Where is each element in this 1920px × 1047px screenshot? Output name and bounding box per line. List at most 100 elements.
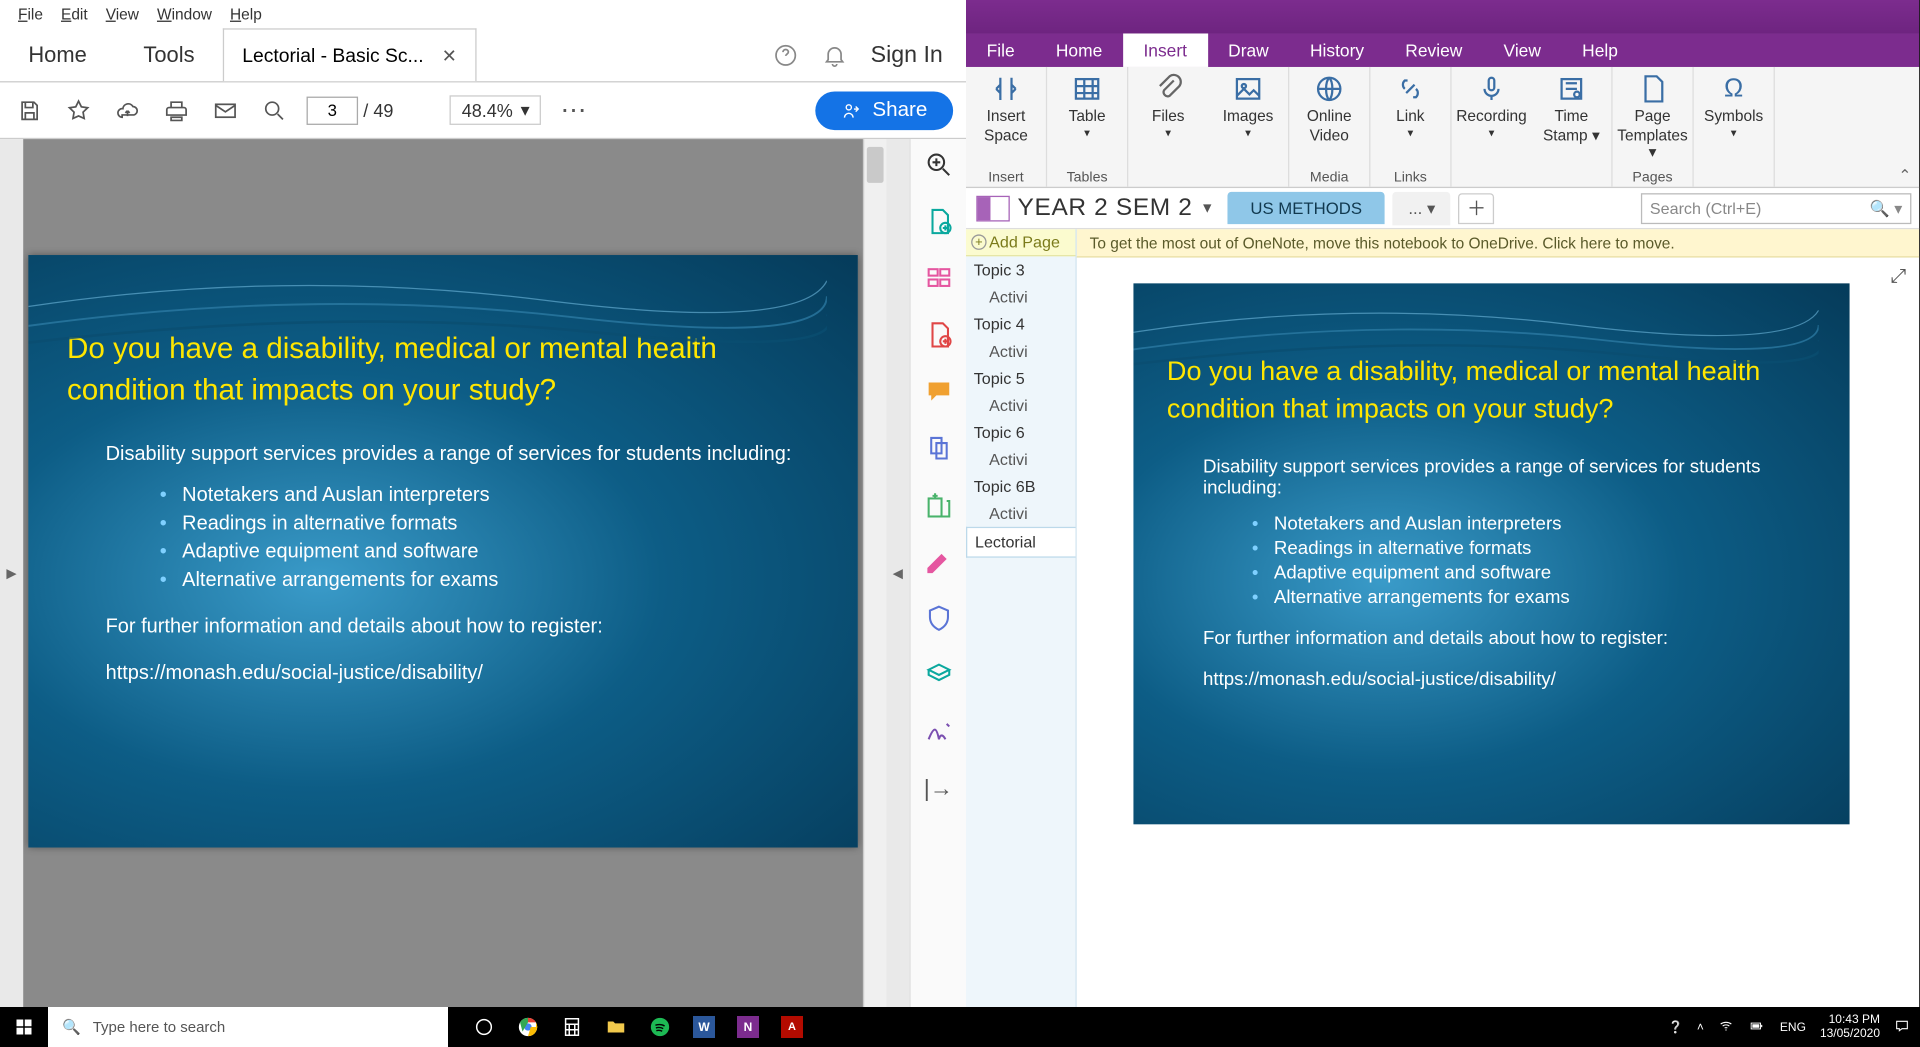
onenote-page-canvas[interactable]: ⤢ Do you have a disability, medical or m… xyxy=(1077,258,1919,1007)
pdf-canvas[interactable]: Do you have a disability, medical or men… xyxy=(23,139,863,1007)
onedrive-info-bar[interactable]: To get the most out of OneNote, move thi… xyxy=(1077,229,1919,257)
wifi-icon[interactable] xyxy=(1718,1018,1734,1037)
star-icon[interactable] xyxy=(62,96,95,124)
on-menu-insert[interactable]: Insert xyxy=(1123,33,1208,66)
page-subitem[interactable]: Activi xyxy=(966,393,1075,419)
more-icon[interactable]: ⋯ xyxy=(557,96,590,124)
language-indicator[interactable]: ENG xyxy=(1780,1020,1806,1034)
ribbon-online[interactable]: OnlineVideo xyxy=(1289,72,1369,145)
page-subitem[interactable]: Activi xyxy=(966,447,1075,473)
mail-icon[interactable] xyxy=(209,96,242,124)
right-panel-toggle[interactable]: ◂ xyxy=(886,139,909,1007)
compress-icon[interactable] xyxy=(923,489,954,520)
on-menu-history[interactable]: History xyxy=(1289,33,1384,66)
spotify-icon[interactable] xyxy=(638,1007,682,1047)
tab-tools[interactable]: Tools xyxy=(115,28,223,81)
ribbon-symbols[interactable]: ΩSymbols▾ xyxy=(1694,72,1774,140)
page-item[interactable]: Topic 5 xyxy=(966,365,1075,393)
battery-icon[interactable] xyxy=(1748,1019,1766,1036)
ribbon-page[interactable]: PageTemplates ▾ xyxy=(1613,72,1693,162)
page-current-input[interactable] xyxy=(307,96,359,124)
on-menu-review[interactable]: Review xyxy=(1385,33,1483,66)
page-item[interactable]: Topic 4 xyxy=(966,310,1075,338)
on-menu-file[interactable]: File xyxy=(966,33,1035,66)
section-more[interactable]: ... ▾ xyxy=(1393,191,1451,224)
chrome-icon[interactable] xyxy=(506,1007,550,1047)
search-input[interactable]: Search (Ctrl+E) 🔍 ▾ xyxy=(1641,193,1911,224)
slide-bullet: Notetakers and Auslan interpreters xyxy=(1252,514,1816,535)
ribbon-collapse-icon[interactable]: ⌃ xyxy=(1898,166,1911,184)
print-icon[interactable] xyxy=(160,96,193,124)
notebook-icon[interactable] xyxy=(976,195,1009,221)
ribbon-recording[interactable]: Recording▾ xyxy=(1452,72,1532,140)
pdf-scrollbar[interactable] xyxy=(863,139,886,1007)
ribbon-files[interactable]: Files▾ xyxy=(1128,72,1208,140)
ribbon-images[interactable]: Images▾ xyxy=(1208,72,1288,140)
help-icon[interactable] xyxy=(773,42,799,68)
ribbon-link[interactable]: Link▾ xyxy=(1370,72,1450,140)
onenote-titlebar[interactable] xyxy=(966,0,1919,33)
tab-home[interactable]: Home xyxy=(0,28,115,81)
edit-icon[interactable] xyxy=(923,546,954,577)
file-explorer-icon[interactable] xyxy=(594,1007,638,1047)
organize-icon[interactable] xyxy=(923,263,954,294)
more-tools-icon[interactable]: |→ xyxy=(923,773,954,804)
ribbon-time[interactable]: TimeStamp ▾ xyxy=(1531,72,1611,145)
on-menu-home[interactable]: Home xyxy=(1035,33,1123,66)
combine-icon[interactable] xyxy=(923,433,954,464)
menu-view[interactable]: View xyxy=(98,5,147,23)
start-button[interactable] xyxy=(0,1007,48,1047)
menu-help[interactable]: Help xyxy=(222,5,269,23)
cortana-icon[interactable] xyxy=(462,1007,506,1047)
create-pdf-icon[interactable] xyxy=(923,206,954,237)
menu-window[interactable]: Window xyxy=(149,5,219,23)
save-icon[interactable] xyxy=(13,96,46,124)
page-item[interactable]: Topic 6B xyxy=(966,473,1075,501)
tray-expand-icon[interactable]: ˄ xyxy=(1697,1020,1704,1034)
left-panel-toggle[interactable]: ▸ xyxy=(0,139,23,1007)
page-subitem[interactable]: Activi xyxy=(966,339,1075,365)
export-pdf-icon[interactable] xyxy=(923,319,954,350)
sign-in-link[interactable]: Sign In xyxy=(871,41,943,68)
magnify-icon[interactable] xyxy=(258,96,291,124)
search-icon: 🔍 xyxy=(62,1018,81,1036)
notebook-name[interactable]: YEAR 2 SEM 2 xyxy=(1018,194,1193,222)
stamp-icon[interactable] xyxy=(923,659,954,690)
word-icon[interactable]: W xyxy=(682,1007,726,1047)
on-menu-draw[interactable]: Draw xyxy=(1208,33,1290,66)
close-tab-icon[interactable]: ✕ xyxy=(442,44,457,66)
on-menu-view[interactable]: View xyxy=(1483,33,1562,66)
notifications-icon[interactable] xyxy=(1894,1018,1910,1037)
add-page-label: Add Page xyxy=(989,233,1060,251)
notebook-dropdown-icon[interactable]: ▼ xyxy=(1200,200,1214,215)
add-page-button[interactable]: + Add Page xyxy=(966,229,1075,256)
page-item[interactable]: Lectorial xyxy=(966,527,1075,558)
share-button[interactable]: Share xyxy=(816,91,953,130)
page-item[interactable]: Topic 3 xyxy=(966,256,1075,284)
menu-edit[interactable]: Edit xyxy=(53,5,95,23)
menu-file[interactable]: File xyxy=(10,5,50,23)
tab-document[interactable]: Lectorial - Basic Sc... ✕ xyxy=(223,28,476,81)
page-subitem[interactable]: Activi xyxy=(966,501,1075,527)
zoom-tool-icon[interactable] xyxy=(923,149,954,180)
add-section-button[interactable]: ＋ xyxy=(1459,193,1495,224)
taskbar-search[interactable]: 🔍 Type here to search xyxy=(48,1007,448,1047)
expand-icon[interactable]: ⤢ xyxy=(1891,265,1906,287)
onenote-taskbar-icon[interactable]: N xyxy=(726,1007,770,1047)
help-tray-icon[interactable]: ❔ xyxy=(1668,1020,1683,1034)
bell-icon[interactable] xyxy=(822,42,848,68)
page-item[interactable]: Topic 6 xyxy=(966,419,1075,447)
acrobat-taskbar-icon[interactable]: A xyxy=(770,1007,814,1047)
section-tab[interactable]: US METHODS xyxy=(1227,192,1385,224)
page-subitem[interactable]: Activi xyxy=(966,285,1075,311)
on-menu-help[interactable]: Help xyxy=(1562,33,1639,66)
protect-icon[interactable] xyxy=(923,603,954,634)
ribbon-insert[interactable]: InsertSpace xyxy=(966,72,1046,145)
calculator-icon[interactable] xyxy=(550,1007,594,1047)
sign-icon[interactable] xyxy=(923,716,954,747)
cloud-upload-icon[interactable] xyxy=(111,96,144,124)
taskbar-clock[interactable]: 10:43 PM 13/05/2020 xyxy=(1820,1013,1880,1041)
comment-icon[interactable] xyxy=(923,376,954,407)
ribbon-table[interactable]: Table▾ xyxy=(1047,72,1127,140)
zoom-dropdown[interactable]: 48.4% ▾ xyxy=(450,95,541,125)
